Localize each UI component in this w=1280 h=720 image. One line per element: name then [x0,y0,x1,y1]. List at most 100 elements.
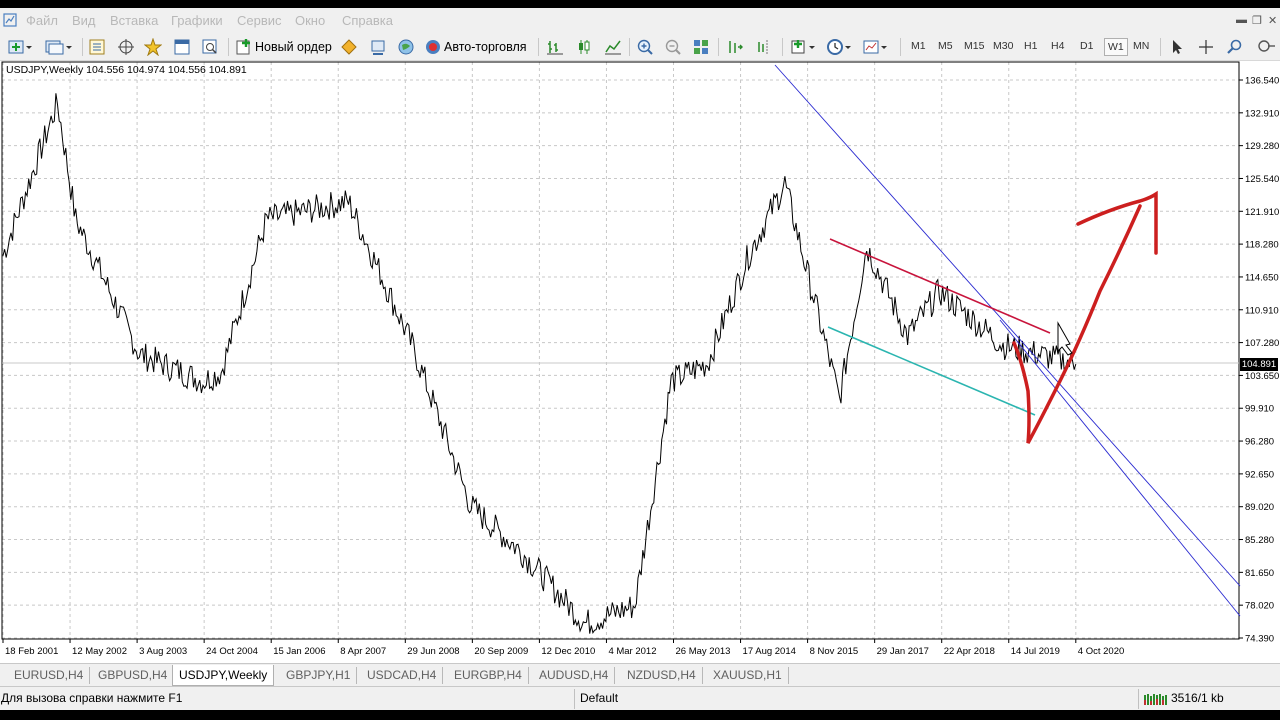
tester-magnifier-icon [202,39,217,54]
tab-eurusd[interactable]: EURUSD,H4 [8,667,91,684]
new-order-button[interactable]: Новый ордер [235,37,332,57]
hand-tool-button[interactable] [1254,37,1276,57]
new-order-icon [236,39,250,55]
tab-eurgbp[interactable]: EURGBP,H4 [448,667,529,684]
toolbar-separator [900,38,901,56]
price-label: 125.540 [1245,174,1279,185]
chart-shift-icon [758,40,768,54]
price-chart[interactable]: 136.540 132.910 129.280 125.540 121.910 118.2… [0,61,1280,661]
strategy-tester-button[interactable] [201,37,219,57]
new-chart-icon [8,40,32,54]
status-profile: Default [580,691,619,705]
timeframe-m5[interactable]: M5 [938,40,953,52]
candlestick-button[interactable] [575,37,593,57]
market-watch-button[interactable] [88,37,106,57]
price-label: 118.280 [1245,240,1279,251]
tab-audusd[interactable]: AUDUSD,H4 [533,667,616,684]
chart-frame [1,61,1240,640]
date-label: 24 Oct 2004 [206,646,258,657]
tab-gbpusd[interactable]: GBPUSD,H4 [92,667,175,684]
resistance-trendline[interactable] [829,238,1051,334]
toolbar-separator [1160,38,1161,56]
data-window-button[interactable] [117,37,135,57]
tab-usdcad[interactable]: USDCAD,H4 [361,667,444,684]
zoom-out-button[interactable] [664,37,682,57]
minimize-icon[interactable]: ▬ [1236,14,1247,26]
cursor-button[interactable] [1168,37,1186,57]
zoom-tool-button[interactable] [1226,37,1244,57]
timeframe-m30[interactable]: M30 [993,40,1013,52]
magnifier-icon [1227,39,1242,54]
menu-tools[interactable]: Сервис [237,13,282,28]
clock-icon [827,39,851,55]
date-label: 26 May 2013 [676,646,731,657]
bar-chart-button[interactable] [546,37,564,57]
zoom-in-icon [637,39,653,55]
profiles-icon [45,40,72,55]
periods-button[interactable] [826,37,854,57]
signals-button[interactable] [369,37,387,57]
autoscroll-button[interactable] [726,37,744,57]
channel-line-lower[interactable] [999,319,1241,617]
timeframe-d1[interactable]: D1 [1080,40,1093,52]
line-chart-icon [605,40,621,55]
profiles-button[interactable] [44,37,74,57]
menu-help[interactable]: Справка [342,13,393,28]
support-trendline[interactable] [827,326,1036,416]
navigator-button[interactable] [144,37,162,57]
price-label: 92.650 [1245,469,1274,480]
terminal-button[interactable] [173,37,191,57]
menu-window[interactable]: Окно [295,13,325,28]
auto-trading-icon [426,40,440,54]
autoscroll-icon [729,41,743,53]
menu-charts[interactable]: Графики [171,13,223,28]
toolbar-separator [629,38,630,56]
zoom-out-icon [665,39,681,55]
new-order-label: Новый ордер [255,40,332,54]
tab-xauusd[interactable]: XAUUSD,H1 [707,667,789,684]
templates-icon [863,40,887,54]
price-label: 121.910 [1245,207,1279,218]
timeframe-mn[interactable]: MN [1133,40,1149,52]
menu-bar: Файл Вид Вставка Графики Сервис Окно Спр… [0,8,1280,34]
crosshair-window-icon [118,39,134,55]
toolbar: Новый ордер Авто-торговля M1 M5 M15 M30 … [0,34,1280,61]
menu-file[interactable]: Файл [26,13,58,28]
menu-insert[interactable]: Вставка [110,13,158,28]
crosshair-icon [1199,40,1213,54]
connection-bars-icon [1144,694,1167,705]
tab-nzdusd[interactable]: NZDUSD,H4 [621,667,703,684]
timeframe-h1[interactable]: H1 [1024,40,1037,52]
tile-windows-button[interactable] [692,37,710,57]
timeframe-m1[interactable]: M1 [911,40,926,52]
market-button[interactable] [397,37,415,57]
date-label: 4 Mar 2012 [608,646,656,657]
timeframe-w1[interactable]: W1 [1104,38,1128,56]
tab-usdjpy[interactable]: USDJPY,Weekly [172,665,275,686]
auto-trading-button[interactable]: Авто-торговля [424,37,527,57]
new-chart-button[interactable] [8,37,34,57]
close-icon[interactable]: ✕ [1268,14,1277,27]
price-label: 132.910 [1245,108,1279,119]
channel-line-upper[interactable] [774,64,1241,587]
chart-shift-button[interactable] [755,37,773,57]
timeframe-m15[interactable]: M15 [964,40,984,52]
crosshair-button[interactable] [1197,37,1215,57]
symbol-info-label: USDJPY,Weekly 104.556 104.974 104.556 10… [6,64,247,76]
templates-button[interactable] [862,37,890,57]
indicators-button[interactable] [790,37,818,57]
timeframe-h4[interactable]: H4 [1051,40,1064,52]
date-label: 12 May 2002 [72,646,127,657]
chart-grid [2,62,1239,639]
restore-icon[interactable]: ❐ [1252,14,1262,27]
zoom-in-button[interactable] [636,37,654,57]
line-chart-button[interactable] [604,37,622,57]
metaeditor-button[interactable] [340,37,358,57]
bar-chart-icon [547,41,563,55]
price-label: 89.020 [1245,502,1274,513]
menu-view[interactable]: Вид [72,13,96,28]
date-label: 3 Aug 2003 [139,646,187,657]
cursor-arrow-icon [1173,40,1182,54]
status-divider [574,689,575,709]
tab-gbpjpy[interactable]: GBPJPY,H1 [280,667,358,684]
